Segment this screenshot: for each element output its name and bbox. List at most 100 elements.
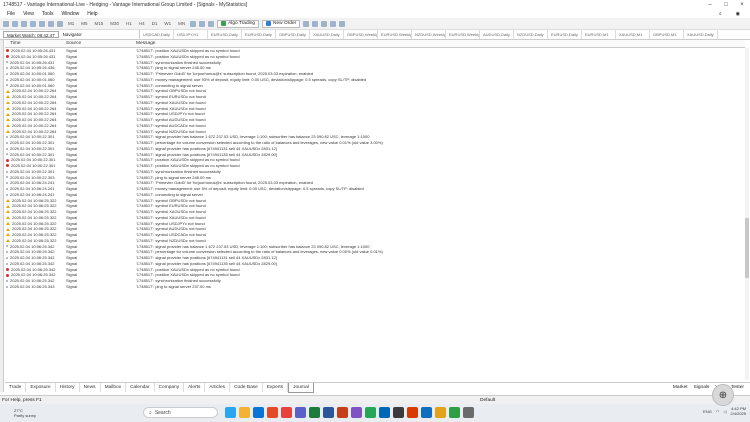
navigator-icon[interactable]: [30, 20, 36, 27]
tab-journal[interactable]: Journal: [288, 382, 314, 393]
chart-tab[interactable]: EURUSD,Daily: [242, 30, 276, 39]
timeframe-m1[interactable]: M1: [66, 21, 76, 26]
terminal-icon[interactable]: [48, 20, 54, 27]
tab-mailbox[interactable]: Mailbox: [101, 383, 127, 392]
account-icon[interactable]: ◉: [732, 11, 744, 17]
toolbox-side-strip[interactable]: [0, 40, 4, 392]
start-icon[interactable]: [225, 407, 236, 418]
strategy-tester-icon[interactable]: [57, 20, 63, 27]
powerpoint-icon[interactable]: [337, 407, 348, 418]
timeframe-m30[interactable]: M30: [108, 21, 121, 26]
app-icon-5[interactable]: [463, 407, 474, 418]
navigator-label[interactable]: Navigator: [63, 32, 82, 37]
tab-experts[interactable]: Experts: [263, 383, 289, 392]
new-chart-icon[interactable]: [3, 20, 9, 27]
tile-windows-icon[interactable]: [321, 20, 328, 27]
menu-file[interactable]: File: [3, 11, 19, 17]
teams-icon[interactable]: [295, 407, 306, 418]
app-icon-4[interactable]: [449, 407, 460, 418]
timeframe-m5[interactable]: M5: [79, 21, 89, 26]
journal-scrollbar[interactable]: [745, 48, 749, 380]
autoscroll-icon[interactable]: [330, 20, 337, 27]
timeframe-mn[interactable]: MN: [176, 21, 187, 26]
indicators-icon[interactable]: [208, 20, 215, 27]
tab-history[interactable]: History: [56, 383, 80, 392]
language-indicator[interactable]: ENG: [703, 409, 712, 414]
vscode-icon[interactable]: [421, 407, 432, 418]
chart-tab[interactable]: AUDUSD,Daily: [480, 30, 514, 39]
tab-exposure[interactable]: Exposure: [26, 383, 56, 392]
maximize-icon[interactable]: □: [718, 2, 734, 8]
column-message[interactable]: Message: [136, 41, 745, 46]
algo-trading-button[interactable]: Algo Trading: [217, 19, 260, 28]
app-icon-3[interactable]: [435, 407, 446, 418]
zoom-out-icon[interactable]: [312, 20, 319, 27]
journal-row[interactable]: 2025.02.04 10:06:25.343 Signal '1748517': …: [5, 284, 745, 290]
volume-icon[interactable]: ◁: [723, 409, 726, 414]
tab-articles[interactable]: Articles: [205, 383, 231, 392]
wifi-icon[interactable]: ◠: [716, 409, 720, 414]
clock[interactable]: 4:42 PM 2/4/2025: [730, 406, 746, 416]
taskbar-search[interactable]: ⌕ Search: [143, 407, 218, 418]
new-order-button[interactable]: New Order: [262, 19, 301, 28]
terminal-icon[interactable]: [393, 407, 404, 418]
office-icon[interactable]: [267, 407, 278, 418]
crosshair-icon[interactable]: [190, 20, 197, 27]
app-icon[interactable]: [351, 407, 362, 418]
chart-tab[interactable]: XAUUSD,M1: [616, 30, 650, 39]
chart-tab[interactable]: USDCAD,Daily: [140, 30, 174, 39]
app-icon-2[interactable]: [407, 407, 418, 418]
chart-tab[interactable]: EURUSD,Daily: [548, 30, 582, 39]
weather-widget[interactable]: 27°C Partly sunny: [0, 408, 36, 418]
column-source[interactable]: Source: [66, 41, 136, 46]
timeframe-h1[interactable]: H1: [124, 21, 134, 26]
chart-tab[interactable]: USDJPY,H1: [174, 30, 208, 39]
chart-tab[interactable]: EURUSD,M1: [582, 30, 616, 39]
column-time[interactable]: Time: [5, 41, 66, 46]
zoom-in-icon[interactable]: [303, 20, 310, 27]
chart-tab[interactable]: GBPUSD,M1: [650, 30, 684, 39]
word-icon[interactable]: [323, 407, 334, 418]
menu-window[interactable]: Window: [58, 11, 84, 17]
chart-tab[interactable]: NZDUSD,Weekly: [412, 30, 446, 39]
chrome-icon[interactable]: [281, 407, 292, 418]
file-explorer-icon[interactable]: [239, 407, 250, 418]
minimize-icon[interactable]: –: [702, 2, 718, 8]
tab-news[interactable]: News: [80, 383, 101, 392]
magnifier-icon[interactable]: ⊕: [712, 384, 734, 406]
menu-view[interactable]: View: [19, 11, 38, 17]
tab-company[interactable]: Company: [155, 383, 185, 392]
screenshot-icon[interactable]: [339, 20, 346, 27]
chart-tab[interactable]: EURUSD,Weekly: [446, 30, 480, 39]
timeframe-h4[interactable]: H4: [137, 21, 147, 26]
menu-help[interactable]: Help: [83, 11, 101, 17]
chart-tab[interactable]: GBPUSD,Weekly: [344, 30, 378, 39]
timeframe-m15[interactable]: M15: [93, 21, 106, 26]
chart-tab[interactable]: EURUSD,Daily: [208, 30, 242, 39]
tab-code-base[interactable]: Code Base: [230, 383, 263, 392]
timeframe-d1[interactable]: D1: [150, 21, 160, 26]
close-icon[interactable]: ×: [734, 2, 750, 8]
chart-tab[interactable]: XAUUSD,Daily: [310, 30, 344, 39]
search-icon[interactable]: ⌕: [715, 11, 726, 17]
excel-icon[interactable]: [309, 407, 320, 418]
market-link[interactable]: Market: [673, 385, 688, 390]
market-watch-selector[interactable]: Market Watch: 08:42:47: [3, 31, 59, 38]
chart-tab[interactable]: NZDUSD,Daily: [514, 30, 548, 39]
chart-tab[interactable]: GBPUSD,Daily: [276, 30, 310, 39]
scrollbar-thumb[interactable]: [745, 218, 749, 278]
trendline-icon[interactable]: [199, 20, 206, 27]
tab-trade[interactable]: Trade: [5, 383, 27, 392]
tab-calendar[interactable]: Calendar: [126, 383, 155, 392]
timeframe-w1[interactable]: W1: [162, 21, 173, 26]
menu-tools[interactable]: Tools: [38, 11, 58, 17]
market-watch-icon[interactable]: [21, 20, 27, 27]
store-icon[interactable]: [379, 407, 390, 418]
edge-icon[interactable]: [253, 407, 264, 418]
chart-tab[interactable]: EURUSD,Weekly: [378, 30, 412, 39]
chart-tab[interactable]: XAUUSD,Daily: [684, 30, 718, 39]
data-window-icon[interactable]: [39, 20, 45, 27]
profiles-icon[interactable]: [12, 20, 18, 27]
signals-link[interactable]: Signals: [694, 385, 710, 390]
tab-alerts[interactable]: Alerts: [184, 383, 206, 392]
